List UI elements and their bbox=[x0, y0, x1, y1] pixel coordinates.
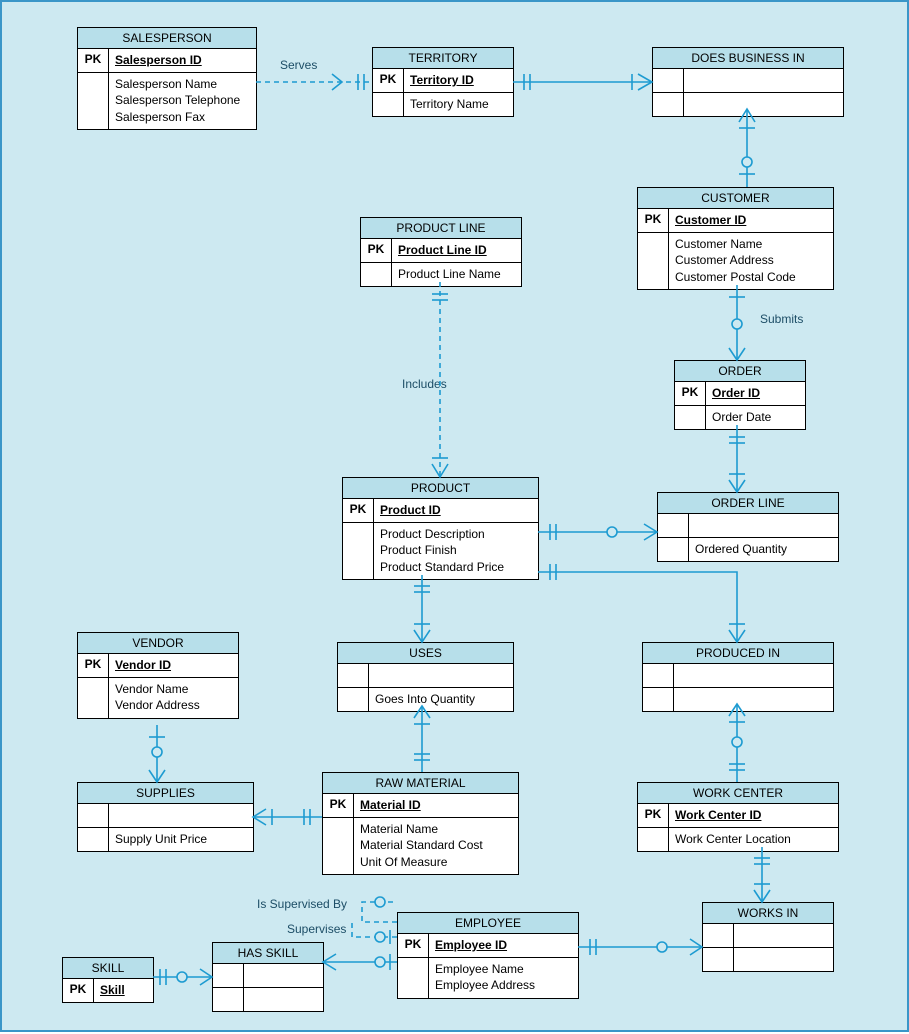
entity-product-line: PRODUCT LINE PK Product Line ID Product … bbox=[360, 217, 522, 287]
entity-title: VENDOR bbox=[78, 633, 238, 654]
entity-title: CUSTOMER bbox=[638, 188, 833, 209]
attr: Salesperson Fax bbox=[115, 109, 250, 125]
attr: Salesperson Name bbox=[115, 76, 250, 92]
attr: Employee Address bbox=[435, 977, 572, 993]
pk-label: PK bbox=[63, 979, 94, 1002]
pk-name: Material ID bbox=[360, 798, 421, 812]
attr: Material Name bbox=[360, 821, 512, 837]
pk-label: PK bbox=[675, 382, 706, 405]
attr: Product Standard Price bbox=[380, 559, 532, 575]
pk-label: PK bbox=[78, 49, 109, 72]
label-includes: Includes bbox=[402, 377, 447, 391]
label-serves: Serves bbox=[280, 58, 317, 72]
attr: Customer Address bbox=[675, 252, 827, 268]
entity-title: TERRITORY bbox=[373, 48, 513, 69]
pk-label: PK bbox=[373, 69, 404, 92]
er-diagram-canvas: SALESPERSON PK Salesperson ID Salesperso… bbox=[0, 0, 909, 1032]
attr: Territory Name bbox=[410, 96, 507, 112]
label-submits: Submits bbox=[760, 312, 803, 326]
entity-work-center: WORK CENTER PK Work Center ID Work Cente… bbox=[637, 782, 839, 852]
pk-label: PK bbox=[78, 654, 109, 677]
entity-title: DOES BUSINESS IN bbox=[653, 48, 843, 69]
entity-title: PRODUCT LINE bbox=[361, 218, 521, 239]
entity-does-business-in: DOES BUSINESS IN bbox=[652, 47, 844, 117]
entity-title: WORKS IN bbox=[703, 903, 833, 924]
attr: Unit Of Measure bbox=[360, 854, 512, 870]
entity-title: EMPLOYEE bbox=[398, 913, 578, 934]
entity-vendor: VENDOR PK Vendor ID Vendor Name Vendor A… bbox=[77, 632, 239, 719]
attr: Customer Name bbox=[675, 236, 827, 252]
pk-name: Order ID bbox=[712, 386, 760, 400]
entity-title: RAW MATERIAL bbox=[323, 773, 518, 794]
attr: Vendor Address bbox=[115, 697, 232, 713]
label-supervises: Supervises bbox=[287, 922, 346, 936]
attr: Ordered Quantity bbox=[695, 541, 832, 557]
pk-label: PK bbox=[398, 934, 429, 957]
entity-title: HAS SKILL bbox=[213, 943, 323, 964]
pk-name: Salesperson ID bbox=[115, 53, 202, 67]
entity-title: PRODUCED IN bbox=[643, 643, 833, 664]
pk-label: PK bbox=[638, 804, 669, 827]
attr: Product Description bbox=[380, 526, 532, 542]
attr: Customer Postal Code bbox=[675, 269, 827, 285]
pk-name: Customer ID bbox=[675, 213, 746, 227]
entity-salesperson: SALESPERSON PK Salesperson ID Salesperso… bbox=[77, 27, 257, 130]
entity-title: PRODUCT bbox=[343, 478, 538, 499]
entity-employee: EMPLOYEE PK Employee ID Employee Name Em… bbox=[397, 912, 579, 999]
attr: Employee Name bbox=[435, 961, 572, 977]
pk-label: PK bbox=[323, 794, 354, 817]
entity-title: ORDER LINE bbox=[658, 493, 838, 514]
pk-label: PK bbox=[361, 239, 392, 262]
entity-title: WORK CENTER bbox=[638, 783, 838, 804]
entity-title: ORDER bbox=[675, 361, 805, 382]
entity-skill: SKILL PK Skill bbox=[62, 957, 154, 1003]
entity-title: USES bbox=[338, 643, 513, 664]
attr: Supply Unit Price bbox=[115, 831, 247, 847]
entity-produced-in: PRODUCED IN bbox=[642, 642, 834, 712]
label-is-supervised-by: Is Supervised By bbox=[257, 897, 347, 911]
pk-name: Territory ID bbox=[410, 73, 474, 87]
entity-raw-material: RAW MATERIAL PK Material ID Material Nam… bbox=[322, 772, 519, 875]
attr: Order Date bbox=[712, 409, 799, 425]
entity-uses: USES Goes Into Quantity bbox=[337, 642, 514, 712]
pk-name: Product ID bbox=[380, 503, 441, 517]
entity-supplies: SUPPLIES Supply Unit Price bbox=[77, 782, 254, 852]
pk-name: Employee ID bbox=[435, 938, 507, 952]
pk-name: Skill bbox=[100, 983, 125, 997]
entity-works-in: WORKS IN bbox=[702, 902, 834, 972]
entity-title: SUPPLIES bbox=[78, 783, 253, 804]
entity-title: SALESPERSON bbox=[78, 28, 256, 49]
attr: Goes Into Quantity bbox=[375, 691, 507, 707]
entity-title: SKILL bbox=[63, 958, 153, 979]
attr: Product Line Name bbox=[398, 266, 515, 282]
pk-name: Work Center ID bbox=[675, 808, 761, 822]
entity-product: PRODUCT PK Product ID Product Descriptio… bbox=[342, 477, 539, 580]
entity-order: ORDER PK Order ID Order Date bbox=[674, 360, 806, 430]
attr: Vendor Name bbox=[115, 681, 232, 697]
pk-name: Vendor ID bbox=[115, 658, 171, 672]
pk-label: PK bbox=[343, 499, 374, 522]
pk-name: Product Line ID bbox=[398, 243, 487, 257]
attr: Salesperson Telephone bbox=[115, 92, 250, 108]
entity-customer: CUSTOMER PK Customer ID Customer Name Cu… bbox=[637, 187, 834, 290]
entity-order-line: ORDER LINE Ordered Quantity bbox=[657, 492, 839, 562]
attr: Product Finish bbox=[380, 542, 532, 558]
attr: Material Standard Cost bbox=[360, 837, 512, 853]
attr: Work Center Location bbox=[675, 831, 832, 847]
entity-has-skill: HAS SKILL bbox=[212, 942, 324, 1012]
pk-label: PK bbox=[638, 209, 669, 232]
entity-territory: TERRITORY PK Territory ID Territory Name bbox=[372, 47, 514, 117]
